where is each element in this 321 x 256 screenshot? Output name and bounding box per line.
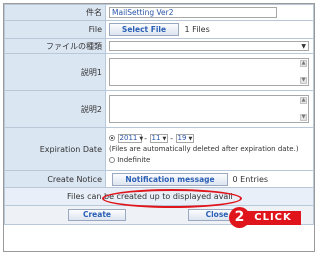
day-select[interactable]: 19 ▼ xyxy=(175,133,194,143)
name-label: 件名 xyxy=(4,4,106,21)
description2-textarea[interactable]: ▲ ▼ xyxy=(109,95,309,123)
chevron-down-icon: ▼ xyxy=(188,135,193,142)
expiration-label: Expiration Date xyxy=(4,127,106,171)
description2-label: 説明2 xyxy=(4,90,106,128)
step-number-badge: 2 xyxy=(229,207,250,228)
scroll-up-icon[interactable]: ▲ xyxy=(300,97,307,104)
scroll-down-icon[interactable]: ▼ xyxy=(300,77,307,84)
notice-label: Create Notice xyxy=(4,170,106,188)
expiration-date-radio[interactable] xyxy=(109,135,115,141)
file-type-label: ファイルの種類 xyxy=(4,38,106,54)
month-select[interactable]: 11 ▼ xyxy=(149,133,168,143)
auto-delete-note: (Files are automatically deleted after e… xyxy=(109,144,299,153)
step-number: 2 xyxy=(234,209,245,225)
select-file-button[interactable]: Select File xyxy=(109,23,179,36)
click-label: CLICK xyxy=(245,211,301,225)
entries-count: 0 Entries xyxy=(232,174,269,184)
scroll-down-icon[interactable]: ▼ xyxy=(300,114,307,121)
year-select[interactable]: 2011 ▼ xyxy=(117,133,144,143)
create-button[interactable]: Create xyxy=(68,209,126,221)
description1-label: 説明1 xyxy=(4,53,106,91)
indefinite-radio[interactable] xyxy=(109,156,115,163)
date-separator: - xyxy=(170,133,173,143)
scroll-up-icon[interactable]: ▲ xyxy=(300,60,307,67)
indefinite-label: Indefinite xyxy=(117,155,151,164)
notification-highlight-ellipse xyxy=(102,189,242,208)
name-input[interactable]: MailSetting Ver2 xyxy=(109,7,277,18)
file-label: File xyxy=(4,20,106,39)
chevron-down-icon: ▼ xyxy=(162,135,167,142)
file-count: 1 Files xyxy=(184,25,210,34)
chevron-down-icon: ▼ xyxy=(139,135,144,142)
description1-textarea[interactable]: ▲ ▼ xyxy=(109,58,309,86)
date-separator: - xyxy=(144,133,147,143)
chevron-down-icon: ▼ xyxy=(301,43,306,50)
notification-message-button[interactable]: Notification message xyxy=(112,172,228,186)
file-type-select[interactable]: ▼ xyxy=(109,41,309,51)
